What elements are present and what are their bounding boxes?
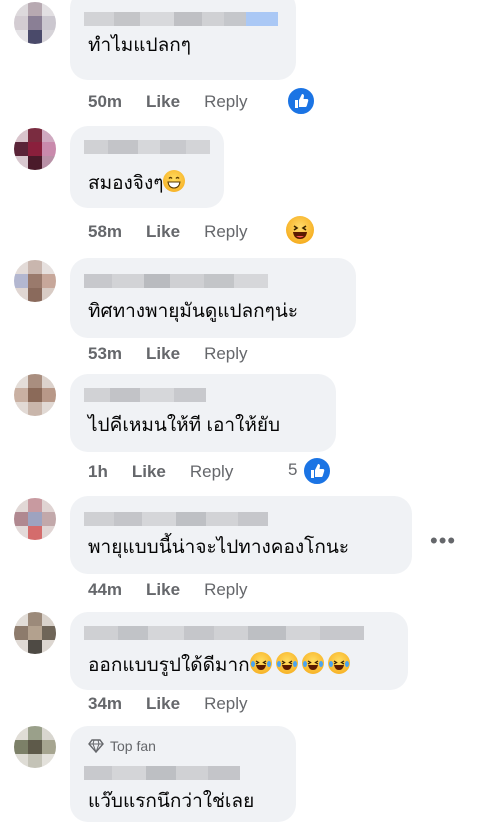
reply-button[interactable]: Reply xyxy=(204,92,247,112)
reply-button[interactable]: Reply xyxy=(190,462,233,482)
commenter-name-blurred[interactable] xyxy=(84,512,268,526)
reaction-count-value: 5 xyxy=(288,460,298,479)
comment-bubble: สมองจิงๆ xyxy=(70,126,224,208)
comment-bubble: ทิศทางพายุมันดูแปลกๆน่ะ xyxy=(70,258,356,338)
commenter-name-blurred[interactable] xyxy=(84,12,278,26)
like-reaction-icon xyxy=(302,456,332,486)
commenter-name-blurred[interactable] xyxy=(84,766,240,780)
comment-actions: 50m Like Reply xyxy=(88,92,248,112)
comment-actions: 44m Like Reply xyxy=(88,580,248,600)
avatar[interactable] xyxy=(14,260,56,302)
comment-text: สมองจิงๆ xyxy=(88,170,186,196)
commenter-name-blurred[interactable] xyxy=(84,388,206,402)
comment-text: ทำไมแปลกๆ xyxy=(88,35,191,56)
top-fan-badge[interactable]: Top fan xyxy=(88,738,156,754)
like-button[interactable]: Like xyxy=(146,580,180,600)
comment-time[interactable]: 58m xyxy=(88,222,122,242)
like-button[interactable]: Like xyxy=(146,344,180,364)
avatar[interactable] xyxy=(14,612,56,654)
commenter-name-blurred[interactable] xyxy=(84,626,364,640)
comment-text-content: สมองจิงๆ xyxy=(88,173,164,194)
comment-time[interactable]: 53m xyxy=(88,344,122,364)
reply-button[interactable]: Reply xyxy=(204,344,247,364)
comment-time[interactable]: 34m xyxy=(88,694,122,714)
avatar[interactable] xyxy=(14,2,56,44)
comment-text-content: ออกแบบรูปใด้ดีมาก xyxy=(88,655,250,676)
reaction-count[interactable]: 5 xyxy=(288,460,297,480)
top-fan-label: Top fan xyxy=(110,738,156,754)
laugh-cry-emoji-icon xyxy=(249,652,350,674)
haha-reaction-icon[interactable] xyxy=(286,216,314,244)
comment-bubble: Top fan แว๊บแรกนึกว่าใช่เลย xyxy=(70,726,296,822)
comment-bubble: ไปคีเหมนให้ที เอาให้ยับ xyxy=(70,374,336,452)
diamond-icon xyxy=(88,739,104,753)
comment-text: แว๊บแรกนึกว่าใช่เลย xyxy=(88,791,255,812)
avatar[interactable] xyxy=(14,726,56,768)
avatar[interactable] xyxy=(14,498,56,540)
avatar[interactable] xyxy=(14,128,56,170)
reply-button[interactable]: Reply xyxy=(204,580,247,600)
comment-text: พายุแบบนี้น่าจะไปทางคองโกนะ xyxy=(88,537,350,558)
more-icon[interactable]: ••• xyxy=(430,528,456,554)
like-button[interactable]: Like xyxy=(146,92,180,112)
comment-actions: 58m Like Reply xyxy=(88,222,248,242)
comment-actions: 1h Like Reply xyxy=(88,462,233,482)
comment-time[interactable]: 1h xyxy=(88,462,108,482)
comment-text: ไปคีเหมนให้ที เอาให้ยับ xyxy=(88,415,281,436)
comment-time[interactable]: 44m xyxy=(88,580,122,600)
like-button[interactable]: Like xyxy=(132,462,166,482)
comment-time[interactable]: 50m xyxy=(88,92,122,112)
reply-button[interactable]: Reply xyxy=(204,694,247,714)
comment-actions: 34m Like Reply xyxy=(88,694,248,714)
like-button[interactable]: Like xyxy=(146,222,180,242)
commenter-name-blurred[interactable] xyxy=(84,140,210,154)
commenter-name-blurred[interactable] xyxy=(84,274,268,288)
comment-bubble: พายุแบบนี้น่าจะไปทางคองโกนะ xyxy=(70,496,412,574)
comment-bubble: ออกแบบรูปใด้ดีมาก xyxy=(70,612,408,690)
comment-bubble: ทำไมแปลกๆ xyxy=(70,0,296,80)
comment-text: ทิศทางพายุมันดูแปลกๆน่ะ xyxy=(88,301,299,322)
like-button[interactable]: Like xyxy=(146,694,180,714)
reply-button[interactable]: Reply xyxy=(204,222,247,242)
like-reaction-icon[interactable] xyxy=(286,86,316,116)
comment-actions: 53m Like Reply xyxy=(88,344,248,364)
avatar[interactable] xyxy=(14,374,56,416)
comment-text: ออกแบบรูปใด้ดีมาก xyxy=(88,652,350,678)
grin-emoji-icon xyxy=(163,170,186,192)
